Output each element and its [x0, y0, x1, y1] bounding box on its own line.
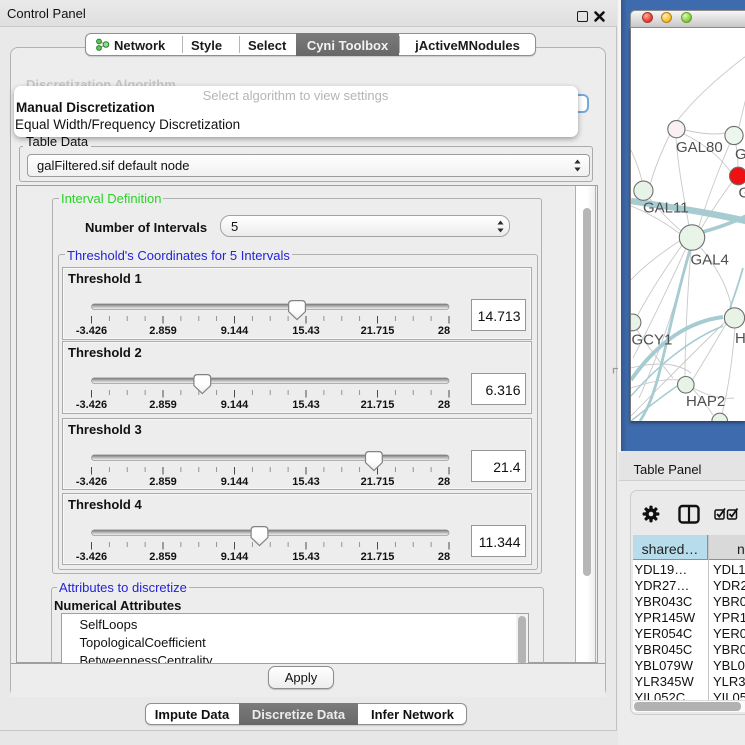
svg-text:GA: GA — [735, 146, 745, 163]
svg-text:28: 28 — [437, 550, 449, 562]
svg-text:28: 28 — [437, 399, 449, 411]
svg-text:GAL80: GAL80 — [676, 139, 723, 156]
svg-text:9.144: 9.144 — [220, 399, 248, 411]
svg-text:HAP2: HAP2 — [686, 393, 725, 410]
svg-text:2.859: 2.859 — [149, 550, 177, 562]
svg-text:15.43: 15.43 — [292, 550, 320, 562]
svg-text:-3.426: -3.426 — [75, 550, 106, 562]
svg-text:28: 28 — [437, 325, 449, 337]
svg-text:-3.426: -3.426 — [75, 325, 106, 337]
svg-text:9.144: 9.144 — [220, 325, 248, 337]
svg-text:21.715: 21.715 — [360, 399, 394, 411]
svg-text:2.859: 2.859 — [149, 475, 177, 487]
svg-text:21.715: 21.715 — [360, 550, 394, 562]
svg-text:-3.426: -3.426 — [75, 475, 106, 487]
svg-text:21.715: 21.715 — [360, 325, 394, 337]
svg-text:GCY1: GCY1 — [632, 332, 673, 349]
svg-text:HI: HI — [735, 330, 745, 347]
svg-text:9.144: 9.144 — [220, 550, 248, 562]
svg-text:15.43: 15.43 — [292, 475, 320, 487]
svg-text:15.43: 15.43 — [292, 399, 320, 411]
svg-text:-3.426: -3.426 — [75, 399, 106, 411]
svg-text:GAL4: GAL4 — [691, 252, 729, 269]
svg-text:2.859: 2.859 — [149, 325, 177, 337]
svg-text:2.859: 2.859 — [149, 399, 177, 411]
svg-text:15.43: 15.43 — [292, 325, 320, 337]
svg-text:28: 28 — [437, 475, 449, 487]
svg-text:GAL11: GAL11 — [643, 200, 689, 217]
svg-text:G: G — [739, 185, 745, 202]
svg-text:21.715: 21.715 — [360, 475, 394, 487]
svg-text:9.144: 9.144 — [220, 475, 248, 487]
